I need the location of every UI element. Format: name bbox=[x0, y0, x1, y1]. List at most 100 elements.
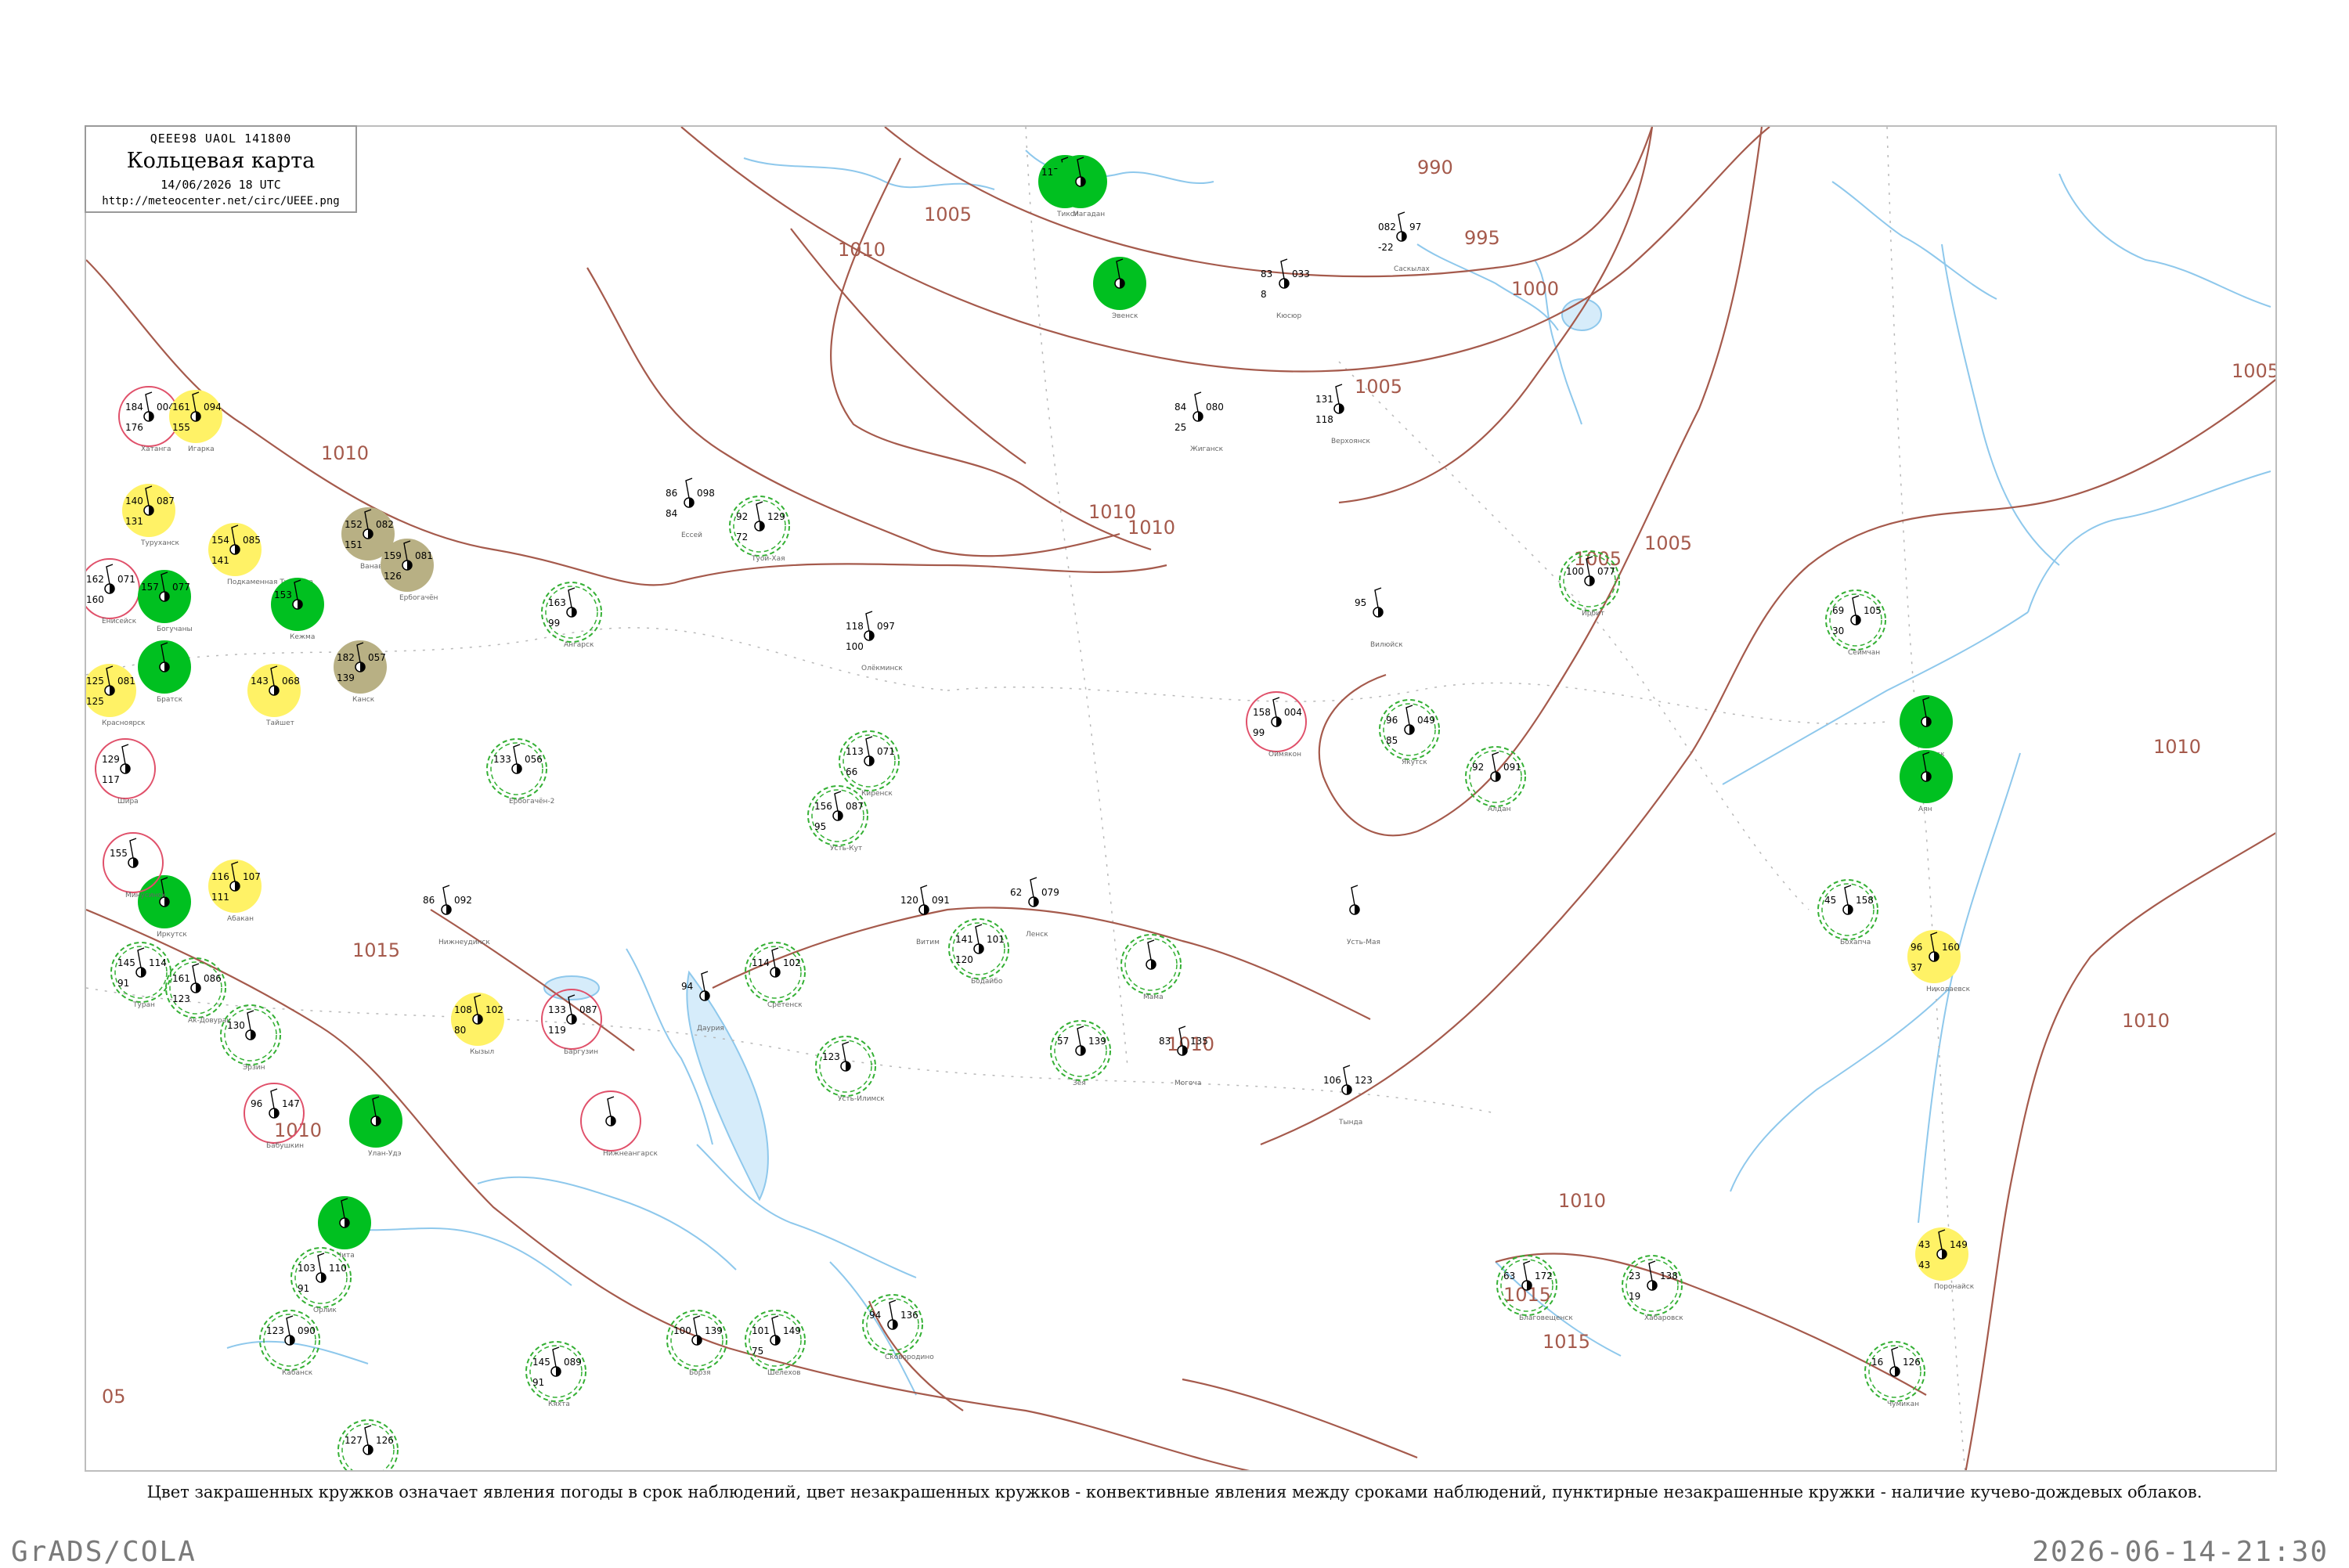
river-line bbox=[743, 157, 995, 190]
station-name: Канск bbox=[352, 696, 375, 704]
station-plot: Улан-Удэ bbox=[349, 1094, 402, 1158]
isobar-label: 1015 bbox=[352, 939, 400, 961]
station-name: Олёкминск bbox=[861, 665, 903, 672]
station-temperature: 145 bbox=[117, 957, 135, 968]
water-features bbox=[226, 150, 2271, 1396]
wind-barb-icon bbox=[1147, 939, 1155, 961]
wind-barb-icon bbox=[137, 947, 145, 968]
station-plot: Усть-Мая bbox=[1347, 885, 1380, 946]
station-plot: 96 049 85 Якутск bbox=[1379, 699, 1440, 766]
station-name: Жиганск bbox=[1190, 445, 1224, 453]
source-url[interactable]: http://meteocenter.net/circ/UEEE.png bbox=[86, 195, 355, 207]
station-temperature: 84 bbox=[1174, 402, 1186, 413]
station-dewpoint: 91 bbox=[117, 978, 129, 989]
wind-barb-icon bbox=[865, 736, 873, 757]
wind-barb-icon bbox=[701, 971, 709, 992]
station-temperature: 154 bbox=[211, 535, 229, 546]
station-dewpoint: 126 bbox=[384, 571, 402, 582]
station-pressure: 057 bbox=[368, 652, 386, 663]
station-dewpoint: 160 bbox=[86, 594, 104, 605]
station-plot: 133 056 Ербогачён-2 bbox=[486, 738, 554, 806]
station-name: Орлик bbox=[313, 1307, 337, 1314]
station-dewpoint: -22 bbox=[1378, 242, 1394, 253]
station-temperature: 116 bbox=[211, 871, 229, 882]
isobar-label: 1005 bbox=[2232, 360, 2277, 382]
station-pressure: 107 bbox=[243, 871, 261, 882]
station-dewpoint: 95 bbox=[814, 821, 826, 832]
station-name: Мама bbox=[1143, 993, 1164, 1001]
station-plot: 92 129 72 Туой-Хая bbox=[729, 496, 790, 563]
station-temperature: 127 bbox=[345, 1435, 363, 1446]
station-dewpoint: 155 bbox=[172, 422, 190, 433]
station-name: Кабанск bbox=[282, 1369, 313, 1377]
station-name: Улан-Удэ bbox=[368, 1150, 402, 1158]
station-temperature: 157 bbox=[141, 582, 159, 593]
station-pressure: 090 bbox=[298, 1325, 316, 1336]
station-plot: 129 117 Шира bbox=[95, 738, 156, 806]
wind-barb-icon bbox=[1343, 1065, 1351, 1086]
software-credit: GrADS/COLA bbox=[11, 1536, 197, 1568]
station-name: Усть-Илимск bbox=[838, 1095, 885, 1103]
station-plot: Эвенск bbox=[1093, 257, 1146, 320]
station-pressure: 135 bbox=[1190, 1036, 1208, 1047]
station-temperature: 161 bbox=[172, 402, 190, 413]
station-name: Нижнеангарск bbox=[603, 1150, 658, 1158]
station-temperature: 145 bbox=[532, 1357, 550, 1368]
station-name: Могоча bbox=[1174, 1080, 1201, 1087]
map-date: 14/06/2026 18 UTC bbox=[161, 178, 281, 192]
wind-barb-icon bbox=[693, 1315, 701, 1336]
station-pressure: 139 bbox=[705, 1325, 723, 1336]
wind-barb-icon bbox=[247, 1010, 254, 1031]
station-pressure: 087 bbox=[157, 496, 175, 506]
station-plot: Мама bbox=[1120, 934, 1182, 1001]
isobar-label: 05 bbox=[102, 1386, 126, 1408]
station-temperature: 94 bbox=[681, 981, 693, 992]
station-plot: 130 Эрзин bbox=[220, 1004, 281, 1072]
station-name: Абакан bbox=[227, 915, 254, 923]
station-pressure: 004 bbox=[1284, 707, 1302, 718]
station-pressure: 087 bbox=[846, 801, 864, 812]
isobar-label: 1010 bbox=[1558, 1190, 1606, 1212]
wind-barb-icon bbox=[771, 947, 779, 968]
station-pressure: 160 bbox=[1942, 942, 1960, 953]
station-pressure: 092 bbox=[454, 895, 472, 906]
isobar-line bbox=[790, 228, 1027, 464]
station-pressure: 081 bbox=[415, 550, 433, 561]
station-pressure: 082 bbox=[376, 519, 394, 530]
station-name: Алдан bbox=[1488, 806, 1511, 813]
wind-barb-icon bbox=[834, 791, 842, 812]
station-plot: 082 97 -22 Саскылах bbox=[1378, 211, 1431, 273]
station-temperature: 108 bbox=[454, 1004, 472, 1015]
station-pressure: 129 bbox=[767, 511, 785, 522]
station-temperature: 92 bbox=[1472, 762, 1484, 773]
station-plot: 140 087 131 Туруханск bbox=[122, 484, 180, 547]
station-name: Нижнеудинск bbox=[438, 939, 490, 946]
station-dewpoint: 125 bbox=[86, 696, 104, 707]
station-temperature: 153 bbox=[274, 589, 292, 600]
station-temperature: 133 bbox=[493, 754, 511, 765]
wind-barb-icon bbox=[975, 924, 983, 945]
station-pressure: 091 bbox=[1503, 762, 1521, 773]
isobar-line bbox=[727, 1346, 1250, 1470]
station-dewpoint: 139 bbox=[337, 672, 355, 683]
station-plot: 161 086 123 Ак-Довурак bbox=[165, 957, 231, 1025]
wind-barb-icon bbox=[270, 1088, 278, 1109]
map-area: 990 995 1000 1005 1005 1005 1005 1005 1010 1010 10… bbox=[85, 125, 2277, 1472]
station-temperature: 100 bbox=[1566, 566, 1584, 577]
station-temperature: 43 bbox=[1918, 1239, 1930, 1250]
isobar-line bbox=[1495, 1253, 1927, 1396]
river-line bbox=[226, 1340, 369, 1364]
station-plot: 141 101 120 Бодайбо bbox=[948, 918, 1009, 986]
station-pressure: 149 bbox=[783, 1325, 801, 1336]
river-line bbox=[696, 1144, 917, 1278]
station-temperature: 118 bbox=[846, 621, 864, 632]
station-plot: Охотск bbox=[1900, 695, 1953, 759]
lake-baikal bbox=[686, 970, 769, 1202]
isobar-label: 1010 bbox=[2122, 1010, 2170, 1032]
river-line bbox=[1722, 611, 2029, 785]
isobar-label: 1010 bbox=[838, 239, 886, 261]
station-dewpoint: 75 bbox=[752, 1346, 763, 1357]
station-dewpoint: 91 bbox=[532, 1377, 544, 1388]
station-plot: 153 Кежма bbox=[271, 578, 324, 641]
station-plot: 92 091 Алдан bbox=[1465, 746, 1526, 813]
